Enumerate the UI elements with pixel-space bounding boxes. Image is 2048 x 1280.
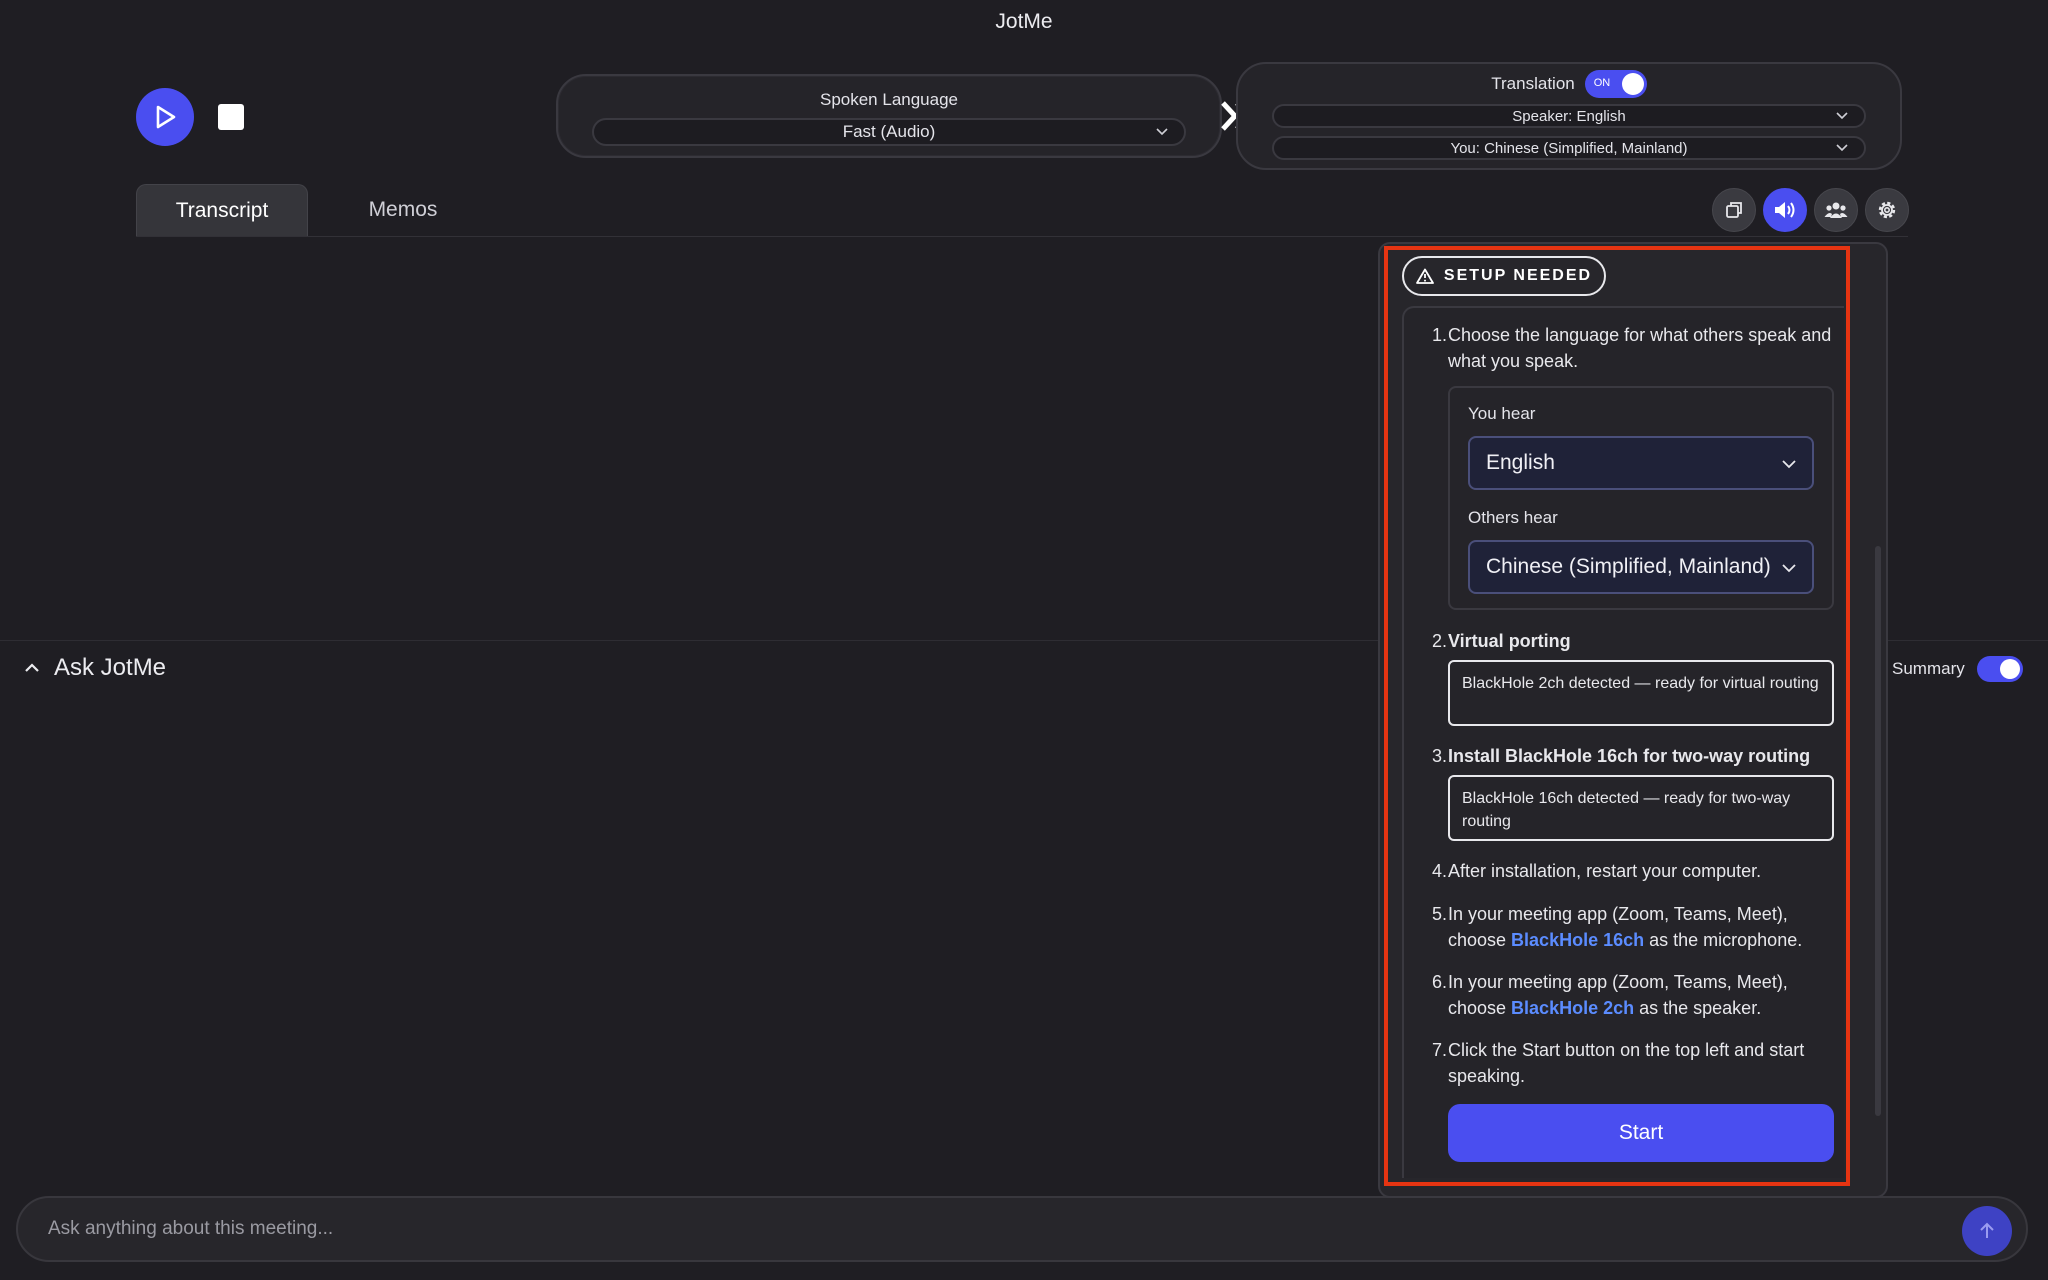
others-hear-value: Chinese (Simplified, Mainland) bbox=[1486, 555, 1771, 578]
spoken-language-panel: Spoken Language Fast (Audio) bbox=[556, 74, 1222, 158]
tab-transcript[interactable]: Transcript bbox=[136, 184, 308, 236]
setup-step-6: 6. In your meeting app (Zoom, Teams, Mee… bbox=[1432, 969, 1832, 1021]
you-hear-value: English bbox=[1486, 451, 1555, 474]
step-text-post: as the microphone. bbox=[1644, 930, 1803, 950]
arrow-up-icon bbox=[1980, 1222, 1994, 1238]
copy-button[interactable] bbox=[1712, 188, 1756, 232]
spoken-language-value: Fast (Audio) bbox=[842, 122, 936, 141]
chevron-down-icon bbox=[1782, 460, 1796, 469]
step-text: Choose the language for what others spea… bbox=[1448, 325, 1832, 371]
setup-step-1: 1. Choose the language for what others s… bbox=[1432, 322, 1832, 374]
step-number: 2. bbox=[1432, 631, 1448, 651]
step-title: Install BlackHole 16ch for two-way routi… bbox=[1448, 746, 1811, 766]
blackhole-16ch-link: BlackHole 16ch bbox=[1511, 930, 1645, 950]
speaker-button[interactable] bbox=[1763, 188, 1807, 232]
step-text: In your meeting app (Zoom, Teams, Meet),… bbox=[1448, 969, 1832, 1021]
chevron-down-icon bbox=[1782, 564, 1796, 573]
translation-panel: Translation ON Speaker: English You: Chi… bbox=[1236, 62, 1902, 170]
step-number: 3. bbox=[1432, 746, 1448, 766]
play-icon bbox=[156, 105, 176, 129]
setup-step-3: 3. Install BlackHole 16ch for two-way ro… bbox=[1432, 743, 1832, 769]
step-text: In your meeting app (Zoom, Teams, Meet),… bbox=[1448, 901, 1832, 953]
users-icon bbox=[1824, 202, 1848, 218]
stop-button[interactable] bbox=[218, 104, 244, 130]
step-number: 4. bbox=[1432, 861, 1448, 881]
tab-divider bbox=[136, 236, 1908, 237]
translation-toggle[interactable]: ON bbox=[1584, 70, 1647, 98]
blackhole-2ch-link: BlackHole 2ch bbox=[1511, 998, 1635, 1018]
chevron-down-icon bbox=[1156, 128, 1168, 136]
users-button[interactable] bbox=[1814, 188, 1858, 232]
you-hear-dropdown[interactable]: English bbox=[1468, 436, 1814, 490]
chat-box bbox=[16, 1196, 2028, 1262]
setup-needed-badge: SETUP NEEDED bbox=[1402, 256, 1606, 296]
summary-control: Summary bbox=[1892, 656, 2023, 682]
speaker-icon bbox=[1775, 202, 1795, 218]
speaker-language-value: Speaker: English bbox=[1512, 107, 1626, 125]
chevron-down-icon bbox=[1836, 112, 1848, 120]
chevron-up-icon bbox=[25, 663, 39, 672]
step-number: 6. bbox=[1432, 972, 1448, 992]
play-button[interactable] bbox=[136, 88, 194, 146]
spoken-language-select[interactable]: Fast (Audio) bbox=[592, 118, 1186, 146]
toggle-knob bbox=[1621, 73, 1644, 95]
blackhole-16ch-status: BlackHole 16ch detected — ready for two-… bbox=[1448, 775, 1834, 841]
gear-icon bbox=[1878, 201, 1896, 219]
ask-input[interactable] bbox=[48, 1198, 1948, 1260]
step-text-post: as the speaker. bbox=[1634, 998, 1762, 1018]
start-button[interactable]: Start bbox=[1448, 1104, 1834, 1162]
summary-label: Summary bbox=[1892, 659, 1965, 678]
setup-scrollbar[interactable] bbox=[1875, 546, 1881, 1116]
blackhole-2ch-status: BlackHole 2ch detected — ready for virtu… bbox=[1448, 660, 1834, 726]
warning-icon bbox=[1416, 268, 1434, 284]
summary-toggle[interactable] bbox=[1976, 656, 2023, 682]
you-language-select[interactable]: You: Chinese (Simplified, Mainland) bbox=[1272, 136, 1866, 160]
step-number: 7. bbox=[1432, 1040, 1448, 1060]
you-language-value: You: Chinese (Simplified, Mainland) bbox=[1450, 139, 1688, 157]
spoken-language-title: Spoken Language bbox=[819, 90, 959, 109]
ask-jotme-header[interactable]: Ask JotMe bbox=[24, 654, 166, 682]
ask-jotme-title: Ask JotMe bbox=[54, 654, 167, 681]
translation-toggle-text: ON bbox=[1593, 77, 1611, 89]
chevron-down-icon bbox=[1836, 144, 1848, 152]
setup-badge-text: SETUP NEEDED bbox=[1443, 267, 1593, 284]
app-title: JotMe bbox=[995, 10, 1053, 33]
you-hear-label: You hear bbox=[1468, 404, 1536, 423]
setup-step-2: 2. Virtual porting bbox=[1432, 628, 1832, 654]
others-hear-dropdown[interactable]: Chinese (Simplified, Mainland) bbox=[1468, 540, 1814, 594]
setup-step-5: 5. In your meeting app (Zoom, Teams, Mee… bbox=[1432, 901, 1832, 953]
send-button[interactable] bbox=[1962, 1206, 2012, 1256]
setup-step-7: 7. Click the Start button on the top lef… bbox=[1432, 1037, 1832, 1089]
step-title: Virtual porting bbox=[1448, 631, 1571, 651]
tab-memos[interactable]: Memos bbox=[330, 184, 476, 236]
step-text: Click the Start button on the top left a… bbox=[1448, 1040, 1805, 1086]
settings-button[interactable] bbox=[1865, 188, 1909, 232]
others-hear-label: Others hear bbox=[1468, 508, 1558, 527]
toggle-knob bbox=[1999, 659, 2020, 679]
step-text: After installation, restart your compute… bbox=[1448, 861, 1762, 881]
setup-step-4: 4. After installation, restart your comp… bbox=[1432, 858, 1832, 884]
speaker-language-select[interactable]: Speaker: English bbox=[1272, 104, 1866, 128]
step-number: 1. bbox=[1432, 325, 1448, 345]
step-number: 5. bbox=[1432, 904, 1448, 924]
translation-label: Translation bbox=[1491, 74, 1575, 93]
copy-icon bbox=[1726, 202, 1742, 218]
